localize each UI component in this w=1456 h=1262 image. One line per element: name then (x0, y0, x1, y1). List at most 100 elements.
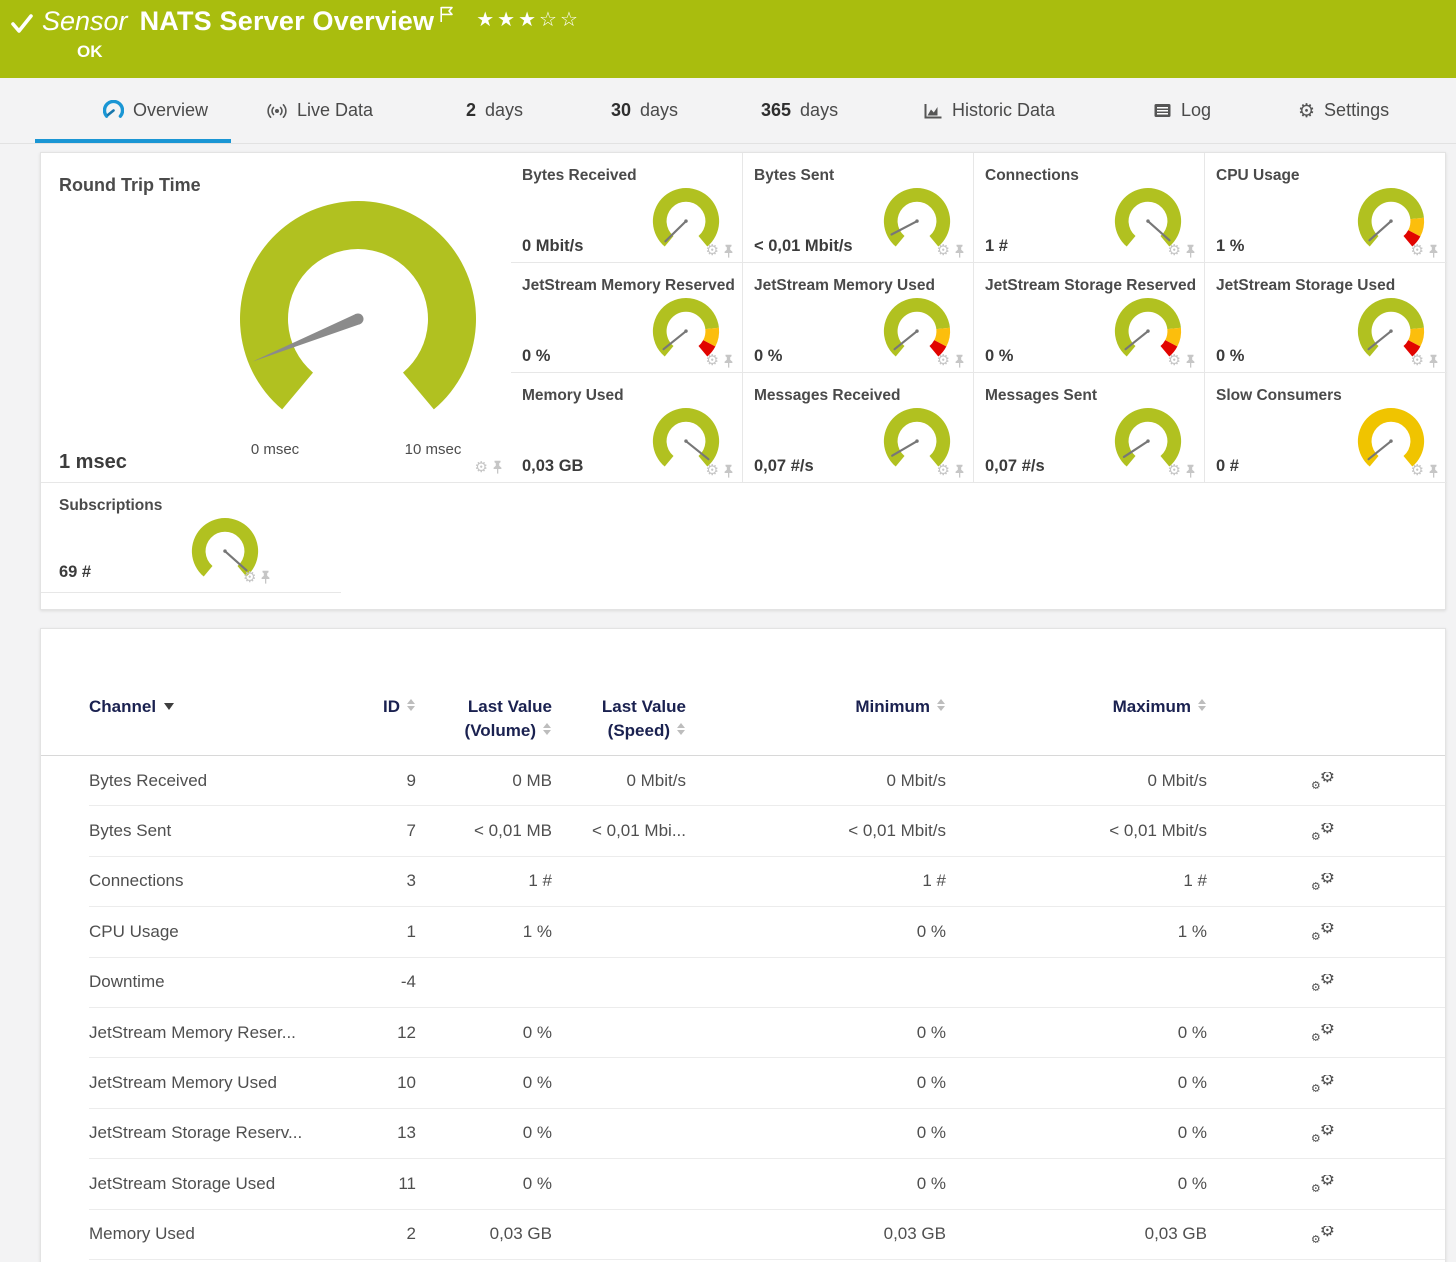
cell-minimum: 0 % (686, 1023, 946, 1043)
gauge-settings-gear-icon[interactable]: ⚙ (1168, 243, 1181, 258)
pin-icon[interactable] (723, 244, 734, 258)
channel-settings-icon[interactable]: ⚙⚙ (1310, 1226, 1335, 1243)
channel-settings-icon[interactable]: ⚙⚙ (1310, 1024, 1335, 1041)
gauge-settings-gear-icon[interactable]: ⚙ (243, 568, 256, 586)
tab-label: days (800, 100, 838, 121)
cell-last_volume: 0 % (416, 1174, 552, 1194)
channel-settings-icon[interactable]: ⚙⚙ (1310, 1125, 1335, 1142)
cell-last_volume: 0 MB (416, 771, 552, 791)
cell-minimum: < 0,01 Mbit/s (686, 821, 946, 841)
gauge-cell-jetstream-memory-reserved[interactable]: JetStream Memory Reserved0 %⚙ (511, 263, 742, 373)
pin-icon[interactable] (260, 570, 271, 584)
column-header-maximum[interactable]: Maximum (946, 695, 1207, 755)
gauge-cell-bytes-sent[interactable]: Bytes Sent< 0,01 Mbit/s⚙ (742, 153, 973, 263)
gauge-cell-connections[interactable]: Connections1 #⚙ (973, 153, 1204, 263)
gauge-settings-gear-icon[interactable]: ⚙ (706, 463, 719, 478)
pin-icon[interactable] (1185, 354, 1196, 368)
pin-icon[interactable] (723, 354, 734, 368)
cell-last_speed: < 0,01 Mbi... (552, 821, 686, 841)
priority-flag-icon[interactable] (440, 6, 454, 23)
tab-historic-data[interactable]: Historic Data (923, 78, 1055, 143)
tab-log[interactable]: Log (1153, 78, 1211, 143)
pin-icon[interactable] (954, 464, 965, 478)
gauge-title: Round Trip Time (59, 175, 201, 196)
gauge-value: 0 Mbit/s (522, 237, 583, 256)
gauge-value: 1 # (985, 237, 1008, 256)
pin-icon[interactable] (492, 460, 503, 474)
tab-2-days[interactable]: 2 days (466, 78, 523, 143)
tab-overview[interactable]: Overview (103, 78, 208, 143)
gauge-settings-gear-icon[interactable]: ⚙ (706, 353, 719, 368)
gauge-cell-messages-received[interactable]: Messages Received0,07 #/s⚙ (742, 373, 973, 483)
tab-30-days[interactable]: 30 days (611, 78, 678, 143)
channel-settings-icon[interactable]: ⚙⚙ (1310, 823, 1335, 840)
cell-minimum: 0,03 GB (686, 1224, 946, 1244)
gauge-cell-messages-sent[interactable]: Messages Sent0,07 #/s⚙ (973, 373, 1204, 483)
gauge-settings-gear-icon[interactable]: ⚙ (1411, 463, 1424, 478)
priority-stars[interactable]: ★★★☆☆ (476, 7, 581, 31)
tab-settings[interactable]: ⚙ Settings (1298, 78, 1389, 143)
pin-icon[interactable] (1428, 354, 1439, 368)
gauge-cell-bytes-received[interactable]: Bytes Received 0 Mbit/s ⚙ (511, 153, 742, 263)
pin-icon[interactable] (1185, 464, 1196, 478)
table-row: JetStream Storage Reserv...130 %0 %0 %⚙⚙ (89, 1109, 1445, 1159)
gauge-settings-gear-icon[interactable]: ⚙ (475, 458, 488, 476)
pin-icon[interactable] (954, 354, 965, 368)
pin-icon[interactable] (954, 244, 965, 258)
channel-settings-icon[interactable]: ⚙⚙ (1310, 873, 1335, 890)
cell-maximum: < 0,01 Mbit/s (946, 821, 1207, 841)
gauge-cell-slow-consumers[interactable]: Slow Consumers0 #⚙ (1204, 373, 1447, 483)
channel-settings-icon[interactable]: ⚙⚙ (1310, 772, 1335, 789)
cell-minimum: 0 % (686, 1123, 946, 1143)
tab-live-data[interactable]: Live Data (266, 78, 373, 143)
gauge-settings-gear-icon[interactable]: ⚙ (937, 353, 950, 368)
tab-label: days (485, 100, 523, 121)
pin-icon[interactable] (1428, 464, 1439, 478)
cell-channel: CPU Usage (89, 922, 339, 942)
cell-id: 10 (339, 1073, 416, 1093)
gauge-cell-memory-used[interactable]: Memory Used0,03 GB⚙ (511, 373, 742, 483)
gauge-settings-gear-icon[interactable]: ⚙ (937, 243, 950, 258)
gauge-dial (208, 191, 508, 441)
gauge-settings-gear-icon[interactable]: ⚙ (937, 463, 950, 478)
tab-number: 2 (466, 100, 476, 121)
gauge-cell-jetstream-storage-reserved[interactable]: JetStream Storage Reserved0 %⚙ (973, 263, 1204, 373)
gauge-cell-subscriptions[interactable]: Subscriptions 69 # ⚙ (41, 483, 341, 593)
column-header-actions (1207, 695, 1447, 755)
gauge-cell-jetstream-storage-used[interactable]: JetStream Storage Used0 %⚙ (1204, 263, 1447, 373)
cell-channel: JetStream Storage Used (89, 1174, 339, 1194)
pin-icon[interactable] (723, 464, 734, 478)
pin-icon[interactable] (1185, 244, 1196, 258)
gauge-settings-gear-icon[interactable]: ⚙ (1168, 463, 1181, 478)
gauge-title: Slow Consumers (1216, 387, 1342, 405)
gauge-cell-jetstream-memory-used[interactable]: JetStream Memory Used0 %⚙ (742, 263, 973, 373)
gauge-settings-gear-icon[interactable]: ⚙ (1411, 243, 1424, 258)
column-header-id[interactable]: ID (339, 695, 416, 755)
gauge-settings-gear-icon[interactable]: ⚙ (1168, 353, 1181, 368)
gauge-settings-gear-icon[interactable]: ⚙ (1411, 353, 1424, 368)
column-header-channel[interactable]: Channel (89, 695, 339, 755)
gauge-title: JetStream Memory Reserved (522, 277, 735, 295)
pin-icon[interactable] (1428, 244, 1439, 258)
channel-settings-icon[interactable]: ⚙⚙ (1310, 974, 1335, 991)
cell-minimum: 0 % (686, 922, 946, 942)
tab-365-days[interactable]: 365 days (761, 78, 838, 143)
column-header-last-value-speed[interactable]: Last Value (Speed) (552, 695, 686, 755)
gauge-cell-cpu-usage[interactable]: CPU Usage1 %⚙ (1204, 153, 1447, 263)
column-header-last-value-volume[interactable]: Last Value (Volume) (416, 695, 552, 755)
gauge-settings-gear-icon[interactable]: ⚙ (706, 243, 719, 258)
channel-settings-icon[interactable]: ⚙⚙ (1310, 923, 1335, 940)
cell-id: 9 (339, 771, 416, 791)
gauge-cell-round-trip-time[interactable]: Round Trip Time 0 msec 10 msec 1 msec ⚙ (41, 153, 511, 483)
column-header-minimum[interactable]: Minimum (686, 695, 946, 755)
gauge-value: 0 % (985, 347, 1013, 366)
cell-last_volume: 1 % (416, 922, 552, 942)
gauge-title: Bytes Received (522, 167, 637, 185)
tab-label: days (640, 100, 678, 121)
cell-maximum: 0 % (946, 1023, 1207, 1043)
cell-maximum: 0 Mbit/s (946, 771, 1207, 791)
channel-settings-icon[interactable]: ⚙⚙ (1310, 1075, 1335, 1092)
channel-settings-icon[interactable]: ⚙⚙ (1310, 1175, 1335, 1192)
sort-desc-icon (164, 703, 174, 710)
cell-id: 2 (339, 1224, 416, 1244)
